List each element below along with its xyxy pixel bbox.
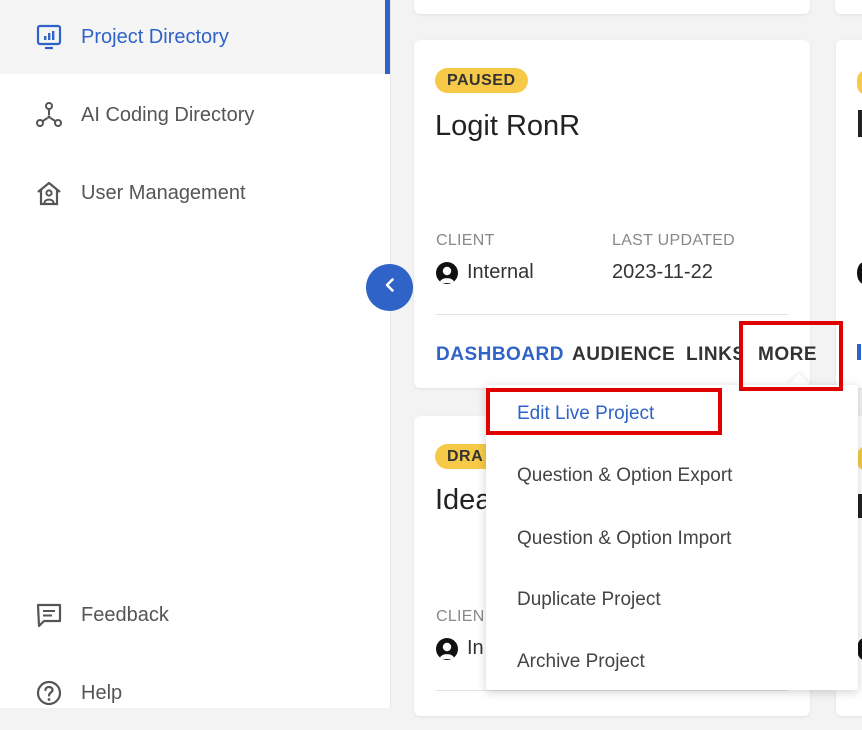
- sidebar-item-feedback[interactable]: Feedback: [0, 578, 385, 652]
- action-fragment: [857, 344, 861, 360]
- project-card-partial: [414, 0, 810, 14]
- menu-item-duplicate-project[interactable]: Duplicate Project: [517, 589, 661, 611]
- dashboard-button[interactable]: DASHBOARD: [436, 344, 564, 366]
- menu-item-question-option-import[interactable]: Question & Option Import: [517, 528, 731, 550]
- more-button[interactable]: MORE: [758, 344, 817, 366]
- sidebar-item-help[interactable]: Help: [0, 656, 385, 730]
- collapse-sidebar-button[interactable]: [366, 264, 413, 311]
- sidebar: Project Directory AI Coding Directory Us…: [0, 0, 391, 708]
- card-title-fragment: [858, 110, 862, 137]
- sidebar-item-label: User Management: [81, 181, 246, 204]
- client-avatar-icon: [436, 638, 458, 660]
- menu-item-edit-live-project[interactable]: Edit Live Project: [517, 403, 654, 425]
- card-divider: [436, 314, 788, 315]
- client-label: CLIENT: [436, 232, 495, 249]
- card-title-fragment: [858, 494, 862, 518]
- status-badge: PAUSED: [435, 68, 528, 93]
- sidebar-item-label: AI Coding Directory: [81, 103, 255, 126]
- client-avatar-icon: [436, 262, 458, 284]
- card-divider: [436, 690, 788, 691]
- client-value: Internal: [467, 261, 534, 283]
- card-title: Logit RonR: [435, 110, 581, 142]
- links-button[interactable]: LINKS: [686, 344, 742, 366]
- audience-button[interactable]: AUDIENCE: [572, 344, 675, 366]
- sidebar-item-project-directory[interactable]: Project Directory: [0, 0, 385, 74]
- sidebar-item-ai-coding-directory[interactable]: AI Coding Directory: [0, 78, 385, 152]
- last-updated-value: 2023-11-22: [612, 261, 713, 283]
- project-card-partial: [836, 40, 862, 388]
- network-icon: [34, 100, 64, 130]
- project-card-partial: [835, 0, 862, 14]
- last-updated-label: LAST UPDATED: [612, 232, 736, 249]
- menu-item-question-option-export[interactable]: Question & Option Export: [517, 465, 732, 487]
- feedback-icon: [34, 600, 64, 630]
- sidebar-item-label: Project Directory: [81, 25, 229, 48]
- card-title: Idea: [435, 484, 492, 516]
- client-label: CLIEN: [436, 608, 485, 625]
- avatar: [857, 262, 862, 284]
- menu-item-archive-project[interactable]: Archive Project: [517, 651, 645, 673]
- active-indicator: [385, 0, 390, 74]
- sidebar-item-label: Help: [81, 681, 123, 704]
- chart-icon: [34, 22, 64, 52]
- project-card: PAUSED Logit RonR CLIENT LAST UPDATED In…: [414, 40, 817, 388]
- sidebar-item-user-management[interactable]: User Management: [0, 156, 385, 230]
- sidebar-item-label: Feedback: [81, 603, 169, 626]
- house-user-icon: [34, 178, 64, 208]
- help-icon: [34, 678, 64, 708]
- client-value: In: [467, 637, 484, 659]
- chevron-left-icon: [381, 276, 399, 299]
- status-badge: [857, 70, 862, 95]
